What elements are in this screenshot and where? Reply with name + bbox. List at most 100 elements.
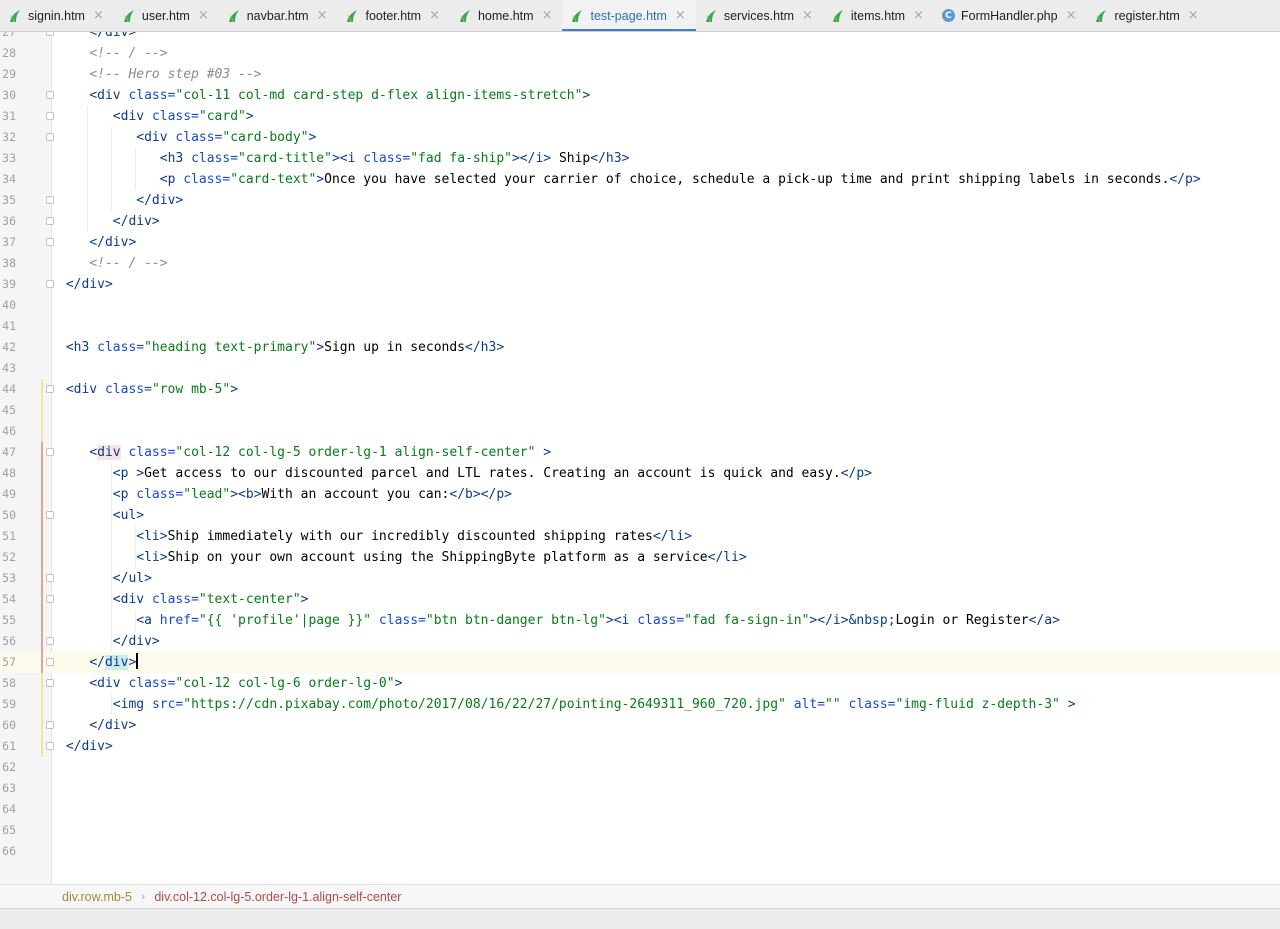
fold-marker-icon[interactable] [46,448,54,456]
tab-label: signin.htm [28,8,85,23]
code-line[interactable]: 39 </div> [0,274,1280,295]
tab-items-htm[interactable]: items.htm × [823,0,934,31]
code-line[interactable]: 36 </div> [0,211,1280,232]
code-line[interactable]: 51 <li>Ship immediately with our incredi… [0,526,1280,547]
fold-marker-icon[interactable] [46,32,54,36]
close-tab-icon[interactable]: × [675,8,686,23]
code-line[interactable]: 27 </div> [0,32,1280,43]
code-line[interactable]: 55 <a href="{{ 'profile'|page }}" class=… [0,610,1280,631]
fold-marker-icon[interactable] [46,385,54,393]
code-line[interactable]: 53 </ul> [0,568,1280,589]
code-line[interactable]: 37 </div> [0,232,1280,253]
fold-marker-icon[interactable] [46,574,54,582]
code-line[interactable]: 61 </div> [0,736,1280,757]
code-text: </div> [58,274,113,295]
code-editor[interactable]: 27 </div> 28 <!-- / --> 29 <!-- Hero step … [0,32,1280,884]
fold-marker-icon[interactable] [46,637,54,645]
fold-marker-icon[interactable] [46,91,54,99]
code-line[interactable]: 34 <p class="card-text">Once you have se… [0,169,1280,190]
code-line[interactable]: 46 [0,421,1280,442]
fold-marker-icon[interactable] [46,658,54,666]
tab-test-page-htm[interactable]: test-page.htm × [562,0,697,31]
code-line[interactable]: 31 <div class="card"> [0,106,1280,127]
code-line[interactable]: 58 <div class="col-12 col-lg-6 order-lg-… [0,673,1280,694]
twig-file-icon [1094,9,1108,23]
close-tab-icon[interactable]: × [1188,8,1199,23]
code-line[interactable]: 62 [0,757,1280,778]
code-token: </div> [136,193,184,208]
code-line[interactable]: 52 <li>Ship on your own account using th… [0,547,1280,568]
code-line[interactable]: 33 <h3 class="card-title"><i class="fad … [0,148,1280,169]
code-line[interactable]: 45 [0,400,1280,421]
breadcrumb-item[interactable]: div.row.mb-5 [62,890,132,904]
code-line[interactable]: 56 </div> [0,631,1280,652]
change-marker [41,379,43,442]
tab-register-htm[interactable]: register.htm × [1086,0,1208,31]
code-line[interactable]: 59 <img src="https://cdn.pixabay.com/pho… [0,694,1280,715]
tab-footer-htm[interactable]: footer.htm × [337,0,450,31]
close-tab-icon[interactable]: × [198,8,209,23]
fold-marker-icon[interactable] [46,217,54,225]
code-line[interactable]: 32 <div class="card-body"> [0,127,1280,148]
tab-navbar-htm[interactable]: navbar.htm × [219,0,338,31]
code-token: </div> [65,277,113,292]
fold-marker-icon[interactable] [46,280,54,288]
code-line[interactable]: 44 <div class="row mb-5"> [0,379,1280,400]
code-token: </a> [1028,613,1060,628]
code-token: </b></p> [449,487,512,502]
code-line[interactable]: 64 [0,799,1280,820]
close-tab-icon[interactable]: × [913,8,924,23]
code-line[interactable]: 49 <p class="lead"><b>With an account yo… [0,484,1280,505]
fold-marker-icon[interactable] [46,679,54,687]
code-line[interactable]: 48 <p >Get access to our discounted parc… [0,463,1280,484]
indent-guide [87,106,88,232]
tab-user-htm[interactable]: user.htm × [114,0,219,31]
code-line[interactable]: 54 <div class="text-center"> [0,589,1280,610]
fold-marker-icon[interactable] [46,133,54,141]
fold-marker-icon[interactable] [46,721,54,729]
tab-services-htm[interactable]: services.htm × [696,0,823,31]
code-line[interactable]: 38 <!-- / --> [0,253,1280,274]
code-line[interactable]: 30 <div class="col-11 col-md card-step d… [0,85,1280,106]
tab-home-htm[interactable]: home.htm × [450,0,563,31]
code-token: class= [637,613,685,628]
code-line[interactable]: 35 </div> [0,190,1280,211]
fold-marker-icon[interactable] [46,112,54,120]
fold-marker-icon[interactable] [46,238,54,246]
fold-marker-icon[interactable] [46,742,54,750]
code-line[interactable]: 66 [0,841,1280,862]
tab-signin-htm[interactable]: signin.htm × [0,0,114,31]
fold-marker-icon[interactable] [46,196,54,204]
tab-formhandler-php[interactable]: C FormHandler.php × [934,0,1086,31]
code-token: </li> [652,529,692,544]
close-tab-icon[interactable]: × [542,8,553,23]
code-line[interactable]: 47 <div class="col-12 col-lg-5 order-lg-… [0,442,1280,463]
fold-marker-icon[interactable] [46,595,54,603]
code-line[interactable]: 57 </div> [0,652,1280,673]
close-tab-icon[interactable]: × [317,8,328,23]
fold-marker-icon[interactable] [46,511,54,519]
close-tab-icon[interactable]: × [93,8,104,23]
code-line[interactable]: 63 [0,778,1280,799]
close-tab-icon[interactable]: × [429,8,440,23]
code-token: src= [151,697,184,712]
code-line[interactable]: 40 [0,295,1280,316]
close-tab-icon[interactable]: × [802,8,813,23]
breadcrumb-item[interactable]: div.col-12.col-lg-5.order-lg-1.align-sel… [154,890,401,904]
code-line[interactable]: 60 </div> [0,715,1280,736]
code-token: <div [89,676,129,691]
code-line[interactable]: 43 [0,358,1280,379]
code-line[interactable]: 28 <!-- / --> [0,43,1280,64]
code-lines[interactable]: 27 </div> 28 <!-- / --> 29 <!-- Hero step … [0,32,1280,862]
code-line[interactable]: 50 <ul> [0,505,1280,526]
code-line[interactable]: 42 <h3 class="heading text-primary">Sign… [0,337,1280,358]
code-token: "img-fluid z-depth-3" [895,697,1060,712]
code-line[interactable]: 41 [0,316,1280,337]
code-line[interactable]: 65 [0,820,1280,841]
code-line[interactable]: 29 <!-- Hero step #03 --> [0,64,1280,85]
close-tab-icon[interactable]: × [1066,8,1077,23]
